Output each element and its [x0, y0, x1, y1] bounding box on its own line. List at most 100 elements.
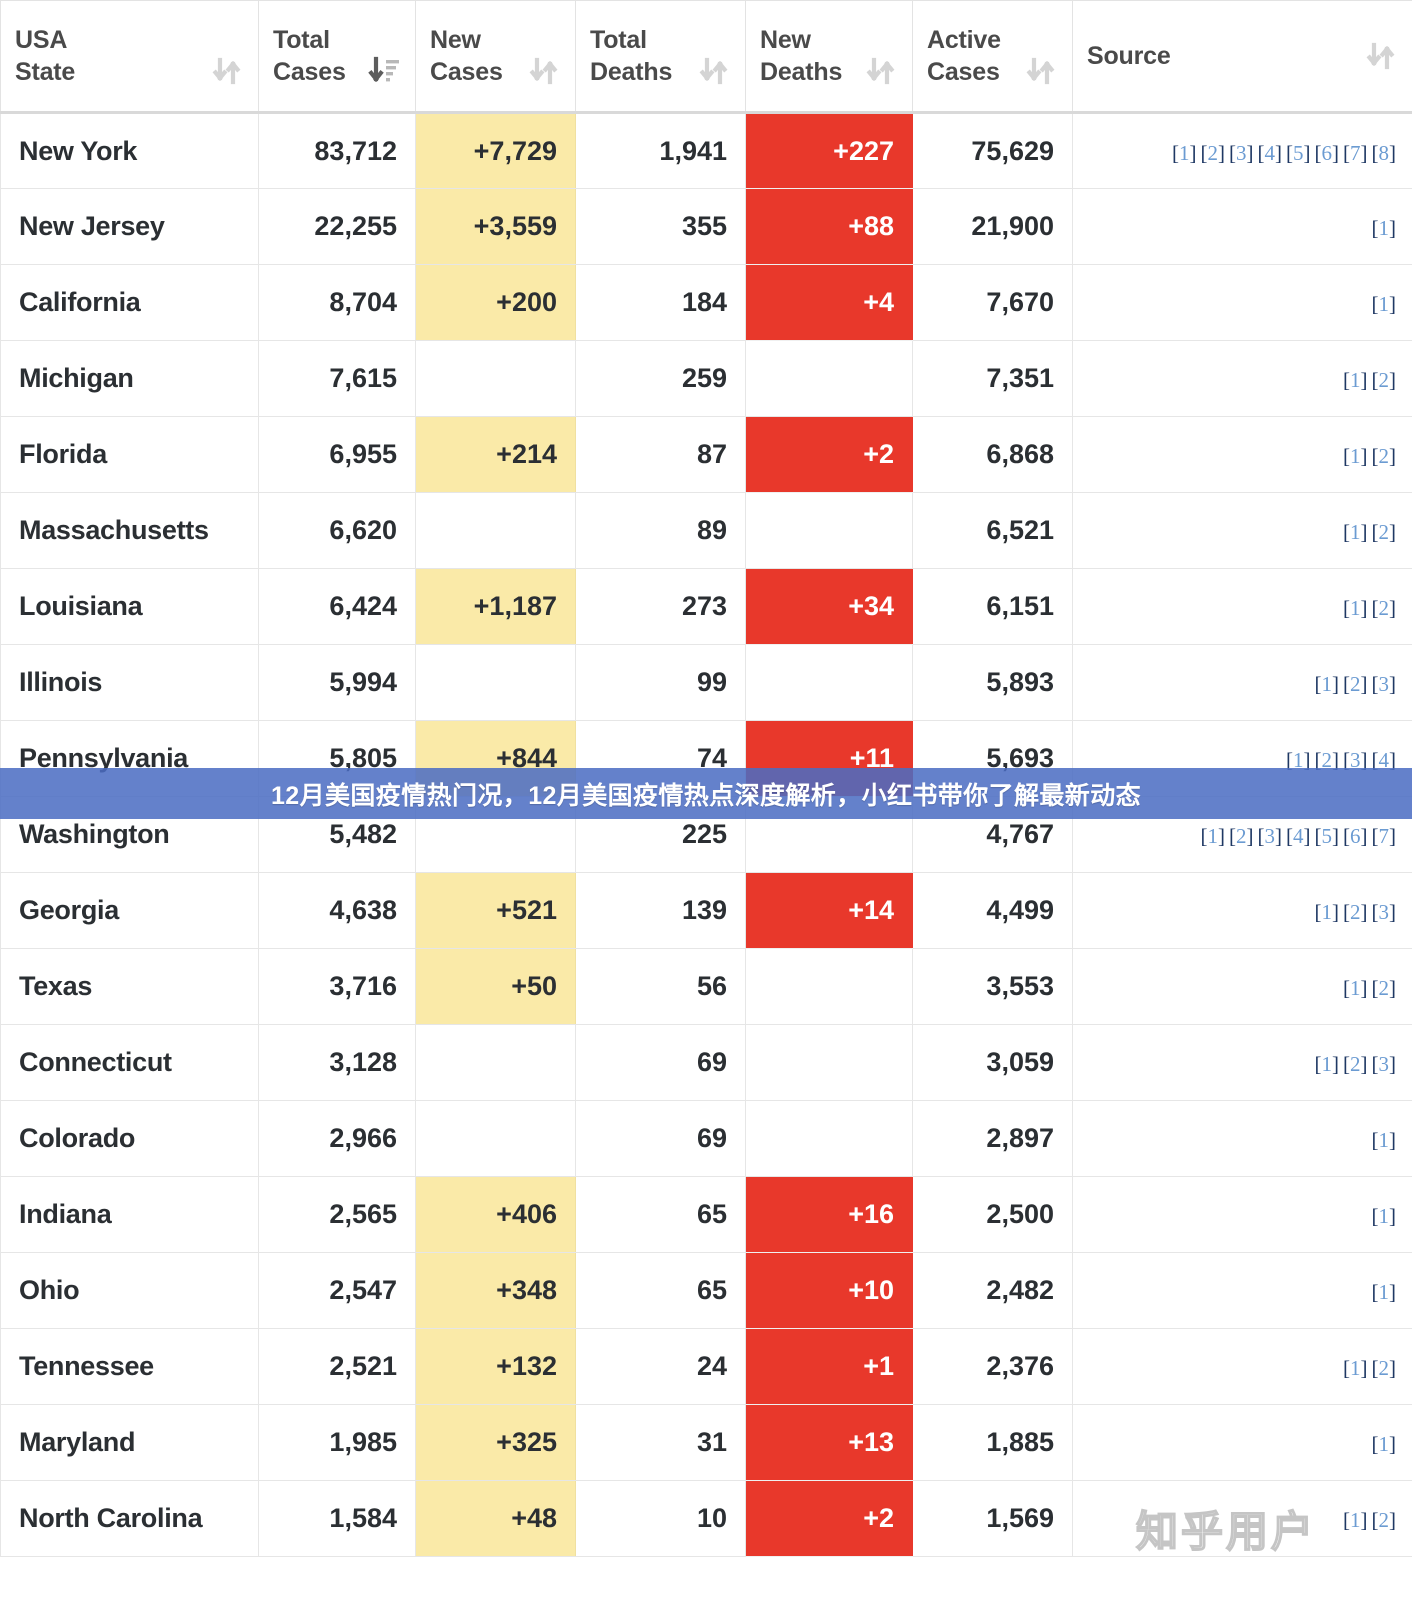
cell-total-cases: 4,638: [258, 872, 416, 949]
cell-total-deaths: 31: [575, 1404, 746, 1481]
cell-source: [1] [2] [3]: [1072, 872, 1412, 949]
source-link[interactable]: [3]: [1372, 900, 1397, 924]
source-link[interactable]: [1]: [1343, 368, 1368, 392]
column-header-source[interactable]: Source: [1072, 0, 1412, 114]
source-link[interactable]: [2]: [1315, 748, 1340, 772]
source-link[interactable]: [2]: [1229, 824, 1254, 848]
column-header-ndeaths[interactable]: New Deaths: [745, 0, 913, 114]
source-link[interactable]: [1]: [1201, 824, 1226, 848]
source-link[interactable]: [6]: [1315, 141, 1340, 165]
source-link[interactable]: [1]: [1343, 1508, 1368, 1532]
source-link[interactable]: [2]: [1201, 141, 1226, 165]
source-link[interactable]: [2]: [1372, 520, 1397, 544]
cell-total-cases: 22,255: [258, 188, 416, 265]
cell-state: North Carolina: [0, 1480, 259, 1557]
sort-both-icon[interactable]: [864, 54, 898, 88]
source-link[interactable]: [1]: [1372, 1128, 1397, 1152]
source-link[interactable]: [4]: [1372, 748, 1397, 772]
source-link[interactable]: [1]: [1286, 748, 1311, 772]
cell-new-deaths: [745, 644, 913, 721]
cell-new-deaths: [745, 1024, 913, 1101]
cell-active-cases: 7,351: [912, 340, 1073, 417]
source-link[interactable]: [2]: [1372, 368, 1397, 392]
cell-active-cases: 5,693: [912, 720, 1073, 797]
source-link[interactable]: [4]: [1286, 824, 1311, 848]
source-link[interactable]: [2]: [1372, 444, 1397, 468]
source-link[interactable]: [2]: [1343, 900, 1368, 924]
source-link[interactable]: [7]: [1372, 824, 1397, 848]
column-header-active[interactable]: Active Cases: [912, 0, 1073, 114]
source-link[interactable]: [4]: [1258, 141, 1283, 165]
cell-total-deaths: 65: [575, 1176, 746, 1253]
cell-source: [1] [2]: [1072, 340, 1412, 417]
source-link[interactable]: [8]: [1372, 141, 1397, 165]
sort-both-icon[interactable]: [697, 54, 731, 88]
source-link[interactable]: [6]: [1343, 824, 1368, 848]
column-header-ncases[interactable]: New Cases: [415, 0, 576, 114]
column-header-state[interactable]: USA State: [0, 0, 259, 114]
cell-source: [1] [2]: [1072, 1328, 1412, 1405]
cell-source: [1] [2]: [1072, 1480, 1412, 1557]
source-link[interactable]: [3]: [1258, 824, 1283, 848]
source-link[interactable]: [1]: [1343, 596, 1368, 620]
table-body: New York 83,712 +7,729 1,941 +227 75,629 [1] [2…: [0, 112, 1412, 1557]
cell-total-deaths: 225: [575, 796, 746, 873]
source-link[interactable]: [2]: [1372, 976, 1397, 1000]
source-link[interactable]: [2]: [1343, 1052, 1368, 1076]
cell-new-deaths: +227: [745, 112, 913, 189]
source-link[interactable]: [5]: [1315, 824, 1340, 848]
cell-total-cases: 1,985: [258, 1404, 416, 1481]
source-link[interactable]: [5]: [1286, 141, 1311, 165]
cell-active-cases: 4,767: [912, 796, 1073, 873]
source-link[interactable]: [1]: [1343, 520, 1368, 544]
column-header-label-source: Source: [1087, 42, 1171, 70]
cell-new-cases: +1,187: [415, 568, 576, 645]
cell-new-deaths: +14: [745, 872, 913, 949]
source-link[interactable]: [1]: [1372, 292, 1397, 316]
source-link[interactable]: [1]: [1315, 900, 1340, 924]
source-link[interactable]: [2]: [1372, 1356, 1397, 1380]
source-link[interactable]: [1]: [1343, 1356, 1368, 1380]
source-link[interactable]: [7]: [1343, 141, 1368, 165]
cell-total-cases: 6,955: [258, 416, 416, 493]
source-link[interactable]: [1]: [1343, 976, 1368, 1000]
cell-total-deaths: 89: [575, 492, 746, 569]
column-header-label-tcases: Total Cases: [273, 26, 346, 86]
source-link[interactable]: [3]: [1372, 672, 1397, 696]
sort-both-icon[interactable]: [1364, 39, 1398, 73]
source-link[interactable]: [3]: [1343, 748, 1368, 772]
column-header-tdeaths[interactable]: Total Deaths: [575, 0, 746, 114]
cell-total-cases: 3,128: [258, 1024, 416, 1101]
sort-both-icon[interactable]: [527, 54, 561, 88]
cell-total-deaths: 69: [575, 1100, 746, 1177]
cell-active-cases: 7,670: [912, 264, 1073, 341]
column-header-label-tdeaths: Total Deaths: [590, 26, 673, 86]
cell-new-deaths: [745, 948, 913, 1025]
cell-source: [1]: [1072, 1252, 1412, 1329]
cell-state: California: [0, 264, 259, 341]
source-link[interactable]: [1]: [1372, 216, 1397, 240]
source-link[interactable]: [1]: [1343, 444, 1368, 468]
source-link[interactable]: [1]: [1372, 1280, 1397, 1304]
column-header-tcases[interactable]: Total Cases: [258, 0, 416, 114]
source-link[interactable]: [2]: [1343, 672, 1368, 696]
source-link[interactable]: [1]: [1372, 1204, 1397, 1228]
source-link[interactable]: [2]: [1372, 596, 1397, 620]
table-row: California 8,704 +200 184 +4 7,670 [1]: [0, 264, 1412, 341]
sort-desc-icon[interactable]: [367, 54, 401, 88]
sort-both-icon[interactable]: [210, 54, 244, 88]
source-link[interactable]: [3]: [1229, 141, 1254, 165]
source-link[interactable]: [2]: [1372, 1508, 1397, 1532]
source-link[interactable]: [3]: [1372, 1052, 1397, 1076]
source-link[interactable]: [1]: [1372, 1432, 1397, 1456]
source-link[interactable]: [1]: [1172, 141, 1197, 165]
cell-state: Florida: [0, 416, 259, 493]
cell-new-cases: [415, 492, 576, 569]
cell-total-deaths: 184: [575, 264, 746, 341]
source-link[interactable]: [1]: [1315, 1052, 1340, 1076]
sort-both-icon[interactable]: [1024, 54, 1058, 88]
cell-source: [1] [2] [3] [4] [5] [6] [7] [8]: [1072, 112, 1412, 189]
cell-active-cases: 75,629: [912, 112, 1073, 189]
cell-total-deaths: 1,941: [575, 112, 746, 189]
source-link[interactable]: [1]: [1315, 672, 1340, 696]
